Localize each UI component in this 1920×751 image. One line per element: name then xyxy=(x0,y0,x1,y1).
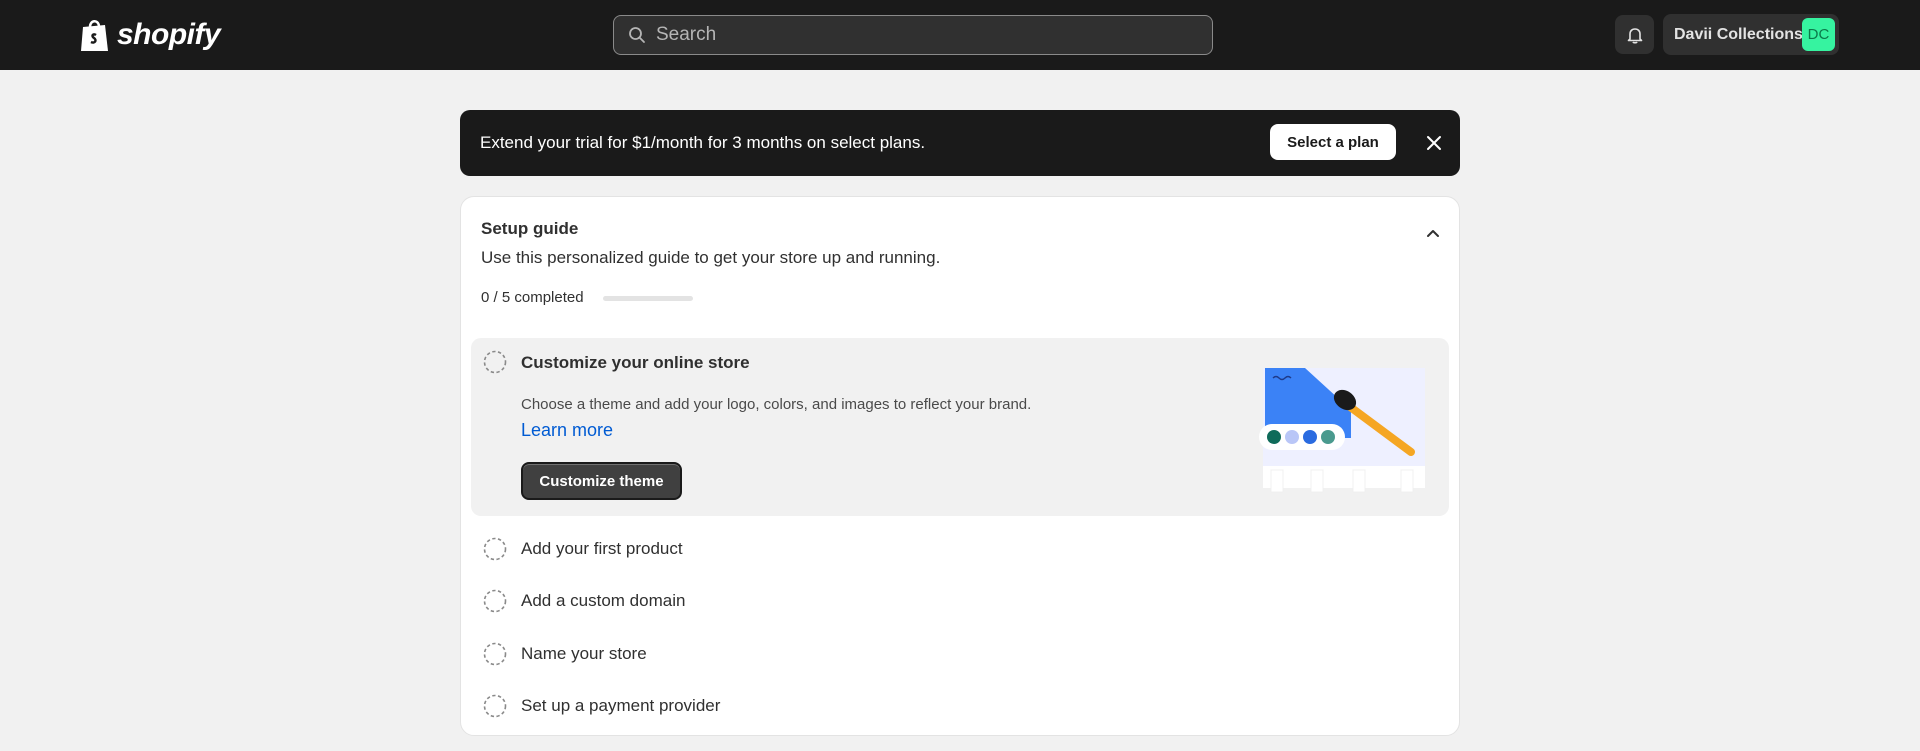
task-title: Add a custom domain xyxy=(521,591,686,610)
setup-guide-subtitle: Use this personalized guide to get your … xyxy=(481,248,941,267)
chevron-up-icon xyxy=(1427,230,1439,237)
dashed-circle-icon[interactable] xyxy=(483,694,507,718)
logo-text: shopify xyxy=(117,18,221,51)
task-add-product[interactable]: Add your first product xyxy=(471,520,1449,572)
select-plan-button[interactable]: Select a plan xyxy=(1270,124,1396,160)
task-description: Choose a theme and add your logo, colors… xyxy=(521,396,1032,413)
shopify-bag-icon xyxy=(81,20,108,51)
shopify-logo[interactable]: shopify xyxy=(79,15,221,55)
notifications-button[interactable] xyxy=(1615,15,1654,54)
theme-brush-illustration xyxy=(1259,368,1425,493)
account-menu-button[interactable]: Davii Collections DC xyxy=(1663,14,1839,55)
task-title: Customize your online store xyxy=(521,353,750,372)
close-icon xyxy=(1427,136,1441,150)
task-title: Add your first product xyxy=(521,539,683,558)
dashed-circle-icon[interactable] xyxy=(483,589,507,613)
color-swatch xyxy=(1285,430,1299,444)
setup-guide-card: Setup guide Use this personalized guide … xyxy=(460,196,1460,736)
search-icon xyxy=(629,27,645,43)
dismiss-banner-button[interactable] xyxy=(1422,131,1446,155)
search-input[interactable] xyxy=(656,24,1176,46)
task-title: Name your store xyxy=(521,644,647,663)
task-name-store[interactable]: Name your store xyxy=(471,625,1449,677)
top-bar: shopify Davii Collections DC xyxy=(0,0,1920,70)
collapse-guide-button[interactable] xyxy=(1421,221,1445,245)
task-payment-provider[interactable]: Set up a payment provider xyxy=(471,677,1449,729)
color-swatch xyxy=(1321,430,1335,444)
setup-guide-title: Setup guide xyxy=(481,219,579,238)
learn-more-link[interactable]: Learn more xyxy=(521,420,613,441)
banner-text: Extend your trial for $1/month for 3 mon… xyxy=(480,133,926,152)
task-customize-store[interactable]: Customize your online store Choose a the… xyxy=(471,338,1449,516)
progress-bar xyxy=(603,296,693,301)
color-swatch xyxy=(1303,430,1317,444)
customize-theme-button[interactable]: Customize theme xyxy=(521,462,682,500)
dashed-circle-icon[interactable] xyxy=(483,642,507,666)
search-bar[interactable] xyxy=(613,15,1213,55)
dashed-circle-icon[interactable] xyxy=(483,350,507,374)
store-name: Davii Collections xyxy=(1674,25,1803,43)
progress-text: 0 / 5 completed xyxy=(481,289,584,306)
dashed-circle-icon[interactable] xyxy=(483,537,507,561)
task-custom-domain[interactable]: Add a custom domain xyxy=(471,572,1449,624)
avatar: DC xyxy=(1802,18,1835,51)
task-title: Set up a payment provider xyxy=(521,696,721,715)
trial-banner: Extend your trial for $1/month for 3 mon… xyxy=(460,110,1460,176)
bell-icon xyxy=(1627,27,1642,44)
color-swatch xyxy=(1267,430,1281,444)
